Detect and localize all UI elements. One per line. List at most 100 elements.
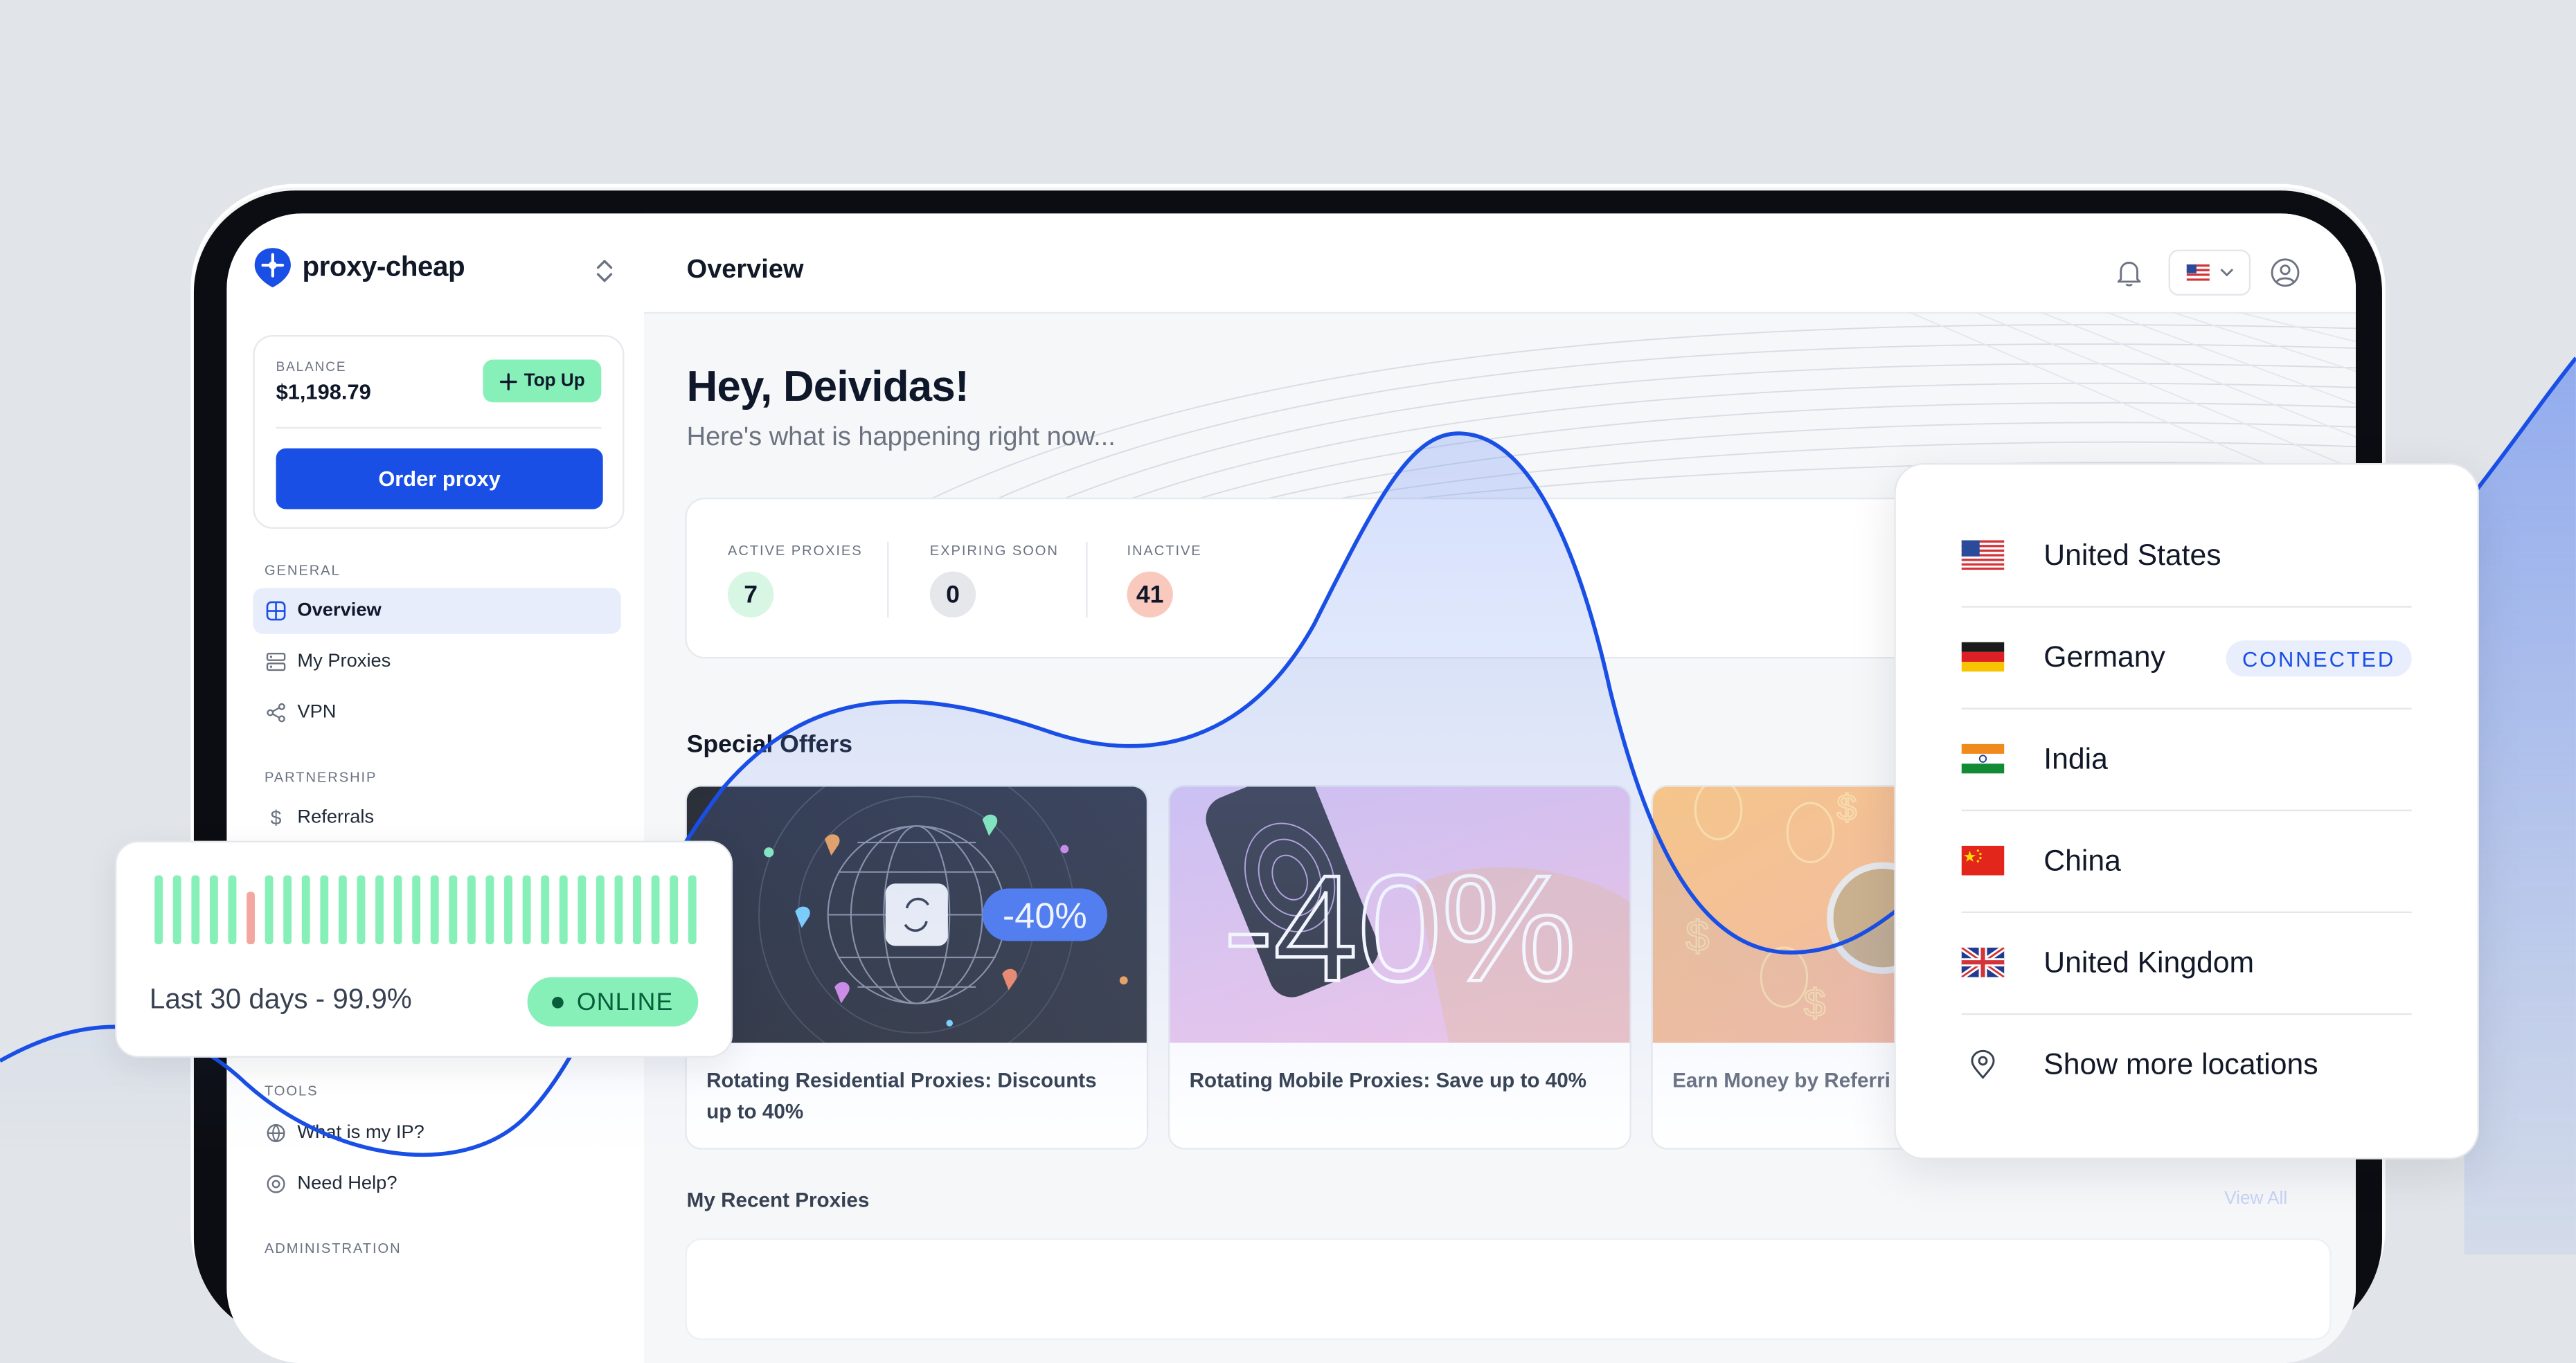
balance-value: $1,198.79 xyxy=(276,379,371,404)
recent-proxies-table xyxy=(685,1238,2332,1340)
uptime-bar xyxy=(651,875,660,945)
dollar-sign-decoration: $ xyxy=(1836,788,1857,828)
server-icon xyxy=(266,653,286,671)
stat-inactive[interactable]: INACTIVE 41 xyxy=(1127,542,1201,618)
stat-value: 0 xyxy=(929,571,976,618)
nav-section-partnership: PARTNERSHIP xyxy=(264,768,377,786)
uptime-bar xyxy=(596,875,605,945)
online-status-label: ONLINE xyxy=(576,987,674,1016)
uptime-bar xyxy=(265,875,274,945)
user-icon[interactable] xyxy=(2271,258,2300,287)
sidebar-item-label: Referrals xyxy=(297,808,375,828)
uptime-bar xyxy=(522,875,531,945)
uptime-text: Last 30 days - 99.9% xyxy=(149,984,412,1016)
sidebar-item-label: Need Help? xyxy=(297,1174,397,1194)
uptime-bar xyxy=(191,875,200,945)
map-pin-icon xyxy=(1971,1049,1995,1079)
uptime-bar xyxy=(357,875,366,945)
uptime-bar xyxy=(154,875,163,945)
sidebar-item-overview[interactable]: Overview xyxy=(253,588,621,634)
status-dot-icon xyxy=(552,995,564,1008)
uptime-bar xyxy=(393,875,402,945)
offer-title: Rotating Mobile Proxies: Save up to 40% xyxy=(1189,1069,1587,1092)
page-title: Overview xyxy=(686,256,804,285)
stat-value: 7 xyxy=(727,571,774,618)
china-flag-icon xyxy=(1961,845,2005,876)
offer-image-phone: -40% xyxy=(1170,786,1630,1043)
share-icon xyxy=(267,703,285,723)
offer-title: Rotating Residential Proxies: Discounts … xyxy=(706,1069,1097,1123)
brand-name: proxy-cheap xyxy=(302,251,465,283)
divider xyxy=(1086,541,1088,618)
location-item-india[interactable]: India xyxy=(1961,708,2412,811)
location-name: China xyxy=(2043,843,2121,876)
location-item-germany[interactable]: Germany CONNECTED xyxy=(1961,606,2412,710)
help-icon xyxy=(267,1175,285,1193)
dollar-sign-decoration: $ xyxy=(1685,913,1709,961)
sidebar-item-what-is-my-ip[interactable]: What is my IP? xyxy=(253,1110,620,1156)
uptime-bar xyxy=(633,875,641,945)
uptime-bar xyxy=(301,875,310,945)
recent-proxies-title: My Recent Proxies xyxy=(686,1189,870,1212)
uptime-bar xyxy=(430,875,439,945)
uptime-bar xyxy=(449,875,458,945)
sidebar-item-referrals[interactable]: $ Referrals xyxy=(253,795,620,840)
uptime-bar xyxy=(375,875,384,945)
offer-discount-text: -40% xyxy=(1224,844,1577,1013)
sidebar-item-label: My Proxies xyxy=(297,651,391,672)
germany-flag-icon xyxy=(1961,642,2005,672)
language-selector[interactable] xyxy=(2168,249,2251,296)
location-item-united-states[interactable]: United States xyxy=(1961,504,2412,608)
offer-discount-badge: -40% xyxy=(1003,896,1087,936)
uptime-bar xyxy=(283,875,292,945)
uptime-bar xyxy=(172,875,181,945)
location-name: United Kingdom xyxy=(2043,945,2255,978)
sidebar: proxy-cheap BALANCE $1,198.79 Top Up Ord… xyxy=(226,213,646,1363)
nav-section-administration: ADMINISTRATION xyxy=(264,1240,402,1256)
uptime-bar xyxy=(541,875,550,945)
chevron-updown-icon[interactable] xyxy=(595,256,614,286)
brand[interactable]: proxy-cheap xyxy=(253,246,465,289)
brand-logo-icon xyxy=(254,248,291,288)
stat-label: EXPIRING SOON xyxy=(929,541,1059,559)
offer-card-mobile[interactable]: -40% Rotating Mobile Proxies: Save up to… xyxy=(1168,785,1631,1150)
uk-flag-icon xyxy=(1961,947,2005,977)
sidebar-item-label: Overview xyxy=(297,601,382,621)
uptime-bar xyxy=(504,875,512,945)
uptime-bar xyxy=(412,875,421,945)
sidebar-item-need-help[interactable]: Need Help? xyxy=(253,1161,620,1207)
stat-active-proxies[interactable]: ACTIVE PROXIES 7 xyxy=(727,541,863,618)
location-name: Show more locations xyxy=(2043,1047,2318,1080)
uptime-bar xyxy=(559,875,568,945)
location-item-china[interactable]: China xyxy=(1961,810,2412,914)
sidebar-item-my-proxies[interactable]: My Proxies xyxy=(253,639,620,685)
stat-value: 41 xyxy=(1127,571,1173,618)
view-all-link[interactable]: View All xyxy=(2224,1189,2287,1209)
uptime-card: Last 30 days - 99.9% ONLINE xyxy=(115,840,733,1058)
top-up-label: Top Up xyxy=(524,371,585,391)
connected-badge: CONNECTED xyxy=(2226,640,2412,677)
stat-expiring-soon[interactable]: EXPIRING SOON 0 xyxy=(929,541,1059,618)
us-flag-icon xyxy=(1961,540,2005,570)
uptime-bar xyxy=(467,875,476,945)
balance-label: BALANCE xyxy=(276,359,347,374)
uptime-bar xyxy=(485,875,494,945)
location-item-united-kingdom[interactable]: United Kingdom xyxy=(1961,912,2412,1016)
bell-icon[interactable] xyxy=(2116,258,2143,287)
offer-card-residential[interactable]: -40% Rotating Residential Proxies: Disco… xyxy=(685,785,1149,1150)
order-proxy-button[interactable]: Order proxy xyxy=(276,448,603,509)
stat-label: ACTIVE PROXIES xyxy=(727,541,863,559)
online-status-badge: ONLINE xyxy=(527,977,699,1027)
uptime-bar xyxy=(209,875,218,945)
us-flag-icon xyxy=(2185,264,2209,281)
top-up-button[interactable]: Top Up xyxy=(483,359,602,403)
greeting-subtitle: Here's what is happening right now... xyxy=(686,424,1116,452)
offer-image-globe: -40% xyxy=(686,786,1147,1043)
show-more-locations[interactable]: Show more locations xyxy=(1962,1013,2412,1115)
uptime-bar xyxy=(670,875,679,945)
location-name: India xyxy=(2043,741,2108,775)
nav-section-tools: TOOLS xyxy=(264,1082,319,1099)
sidebar-item-vpn[interactable]: VPN xyxy=(253,689,620,735)
sidebar-item-label: VPN xyxy=(297,703,337,723)
uptime-bar xyxy=(688,875,697,945)
